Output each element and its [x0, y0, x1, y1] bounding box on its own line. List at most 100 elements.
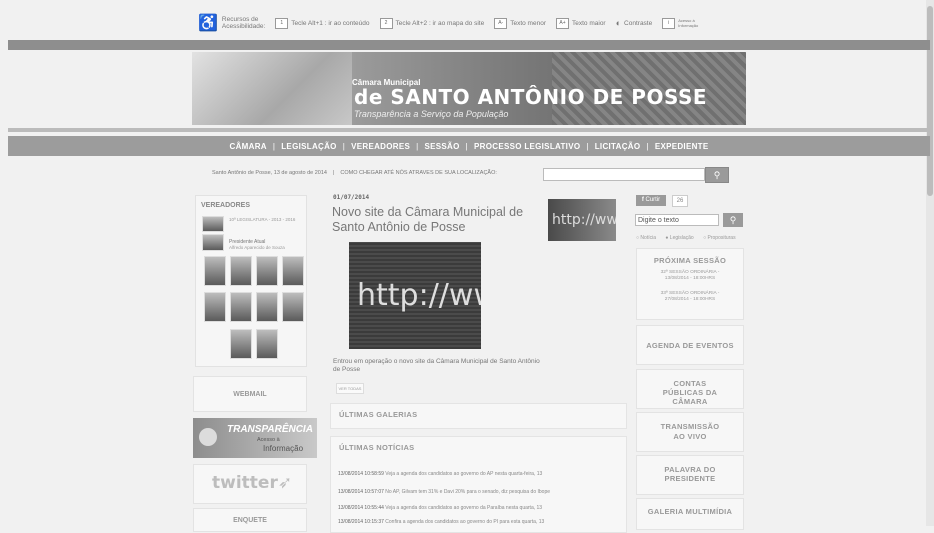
- ver-todas-button[interactable]: VER TODAS: [336, 383, 364, 394]
- search-type-radios: ○ Notícia ● Legislação ○ Proposituras: [636, 235, 744, 241]
- text-smaller-icon: A-: [494, 17, 508, 29]
- sessao-item[interactable]: 33ª SESSÃO ORDINÁRIA - 27/08/2014 - 18:0…: [637, 291, 743, 303]
- radio-noticia[interactable]: ○ Notícia: [636, 235, 660, 241]
- vereador-photo[interactable]: [282, 292, 304, 322]
- enquete-label: ENQUETE: [233, 516, 267, 524]
- enquete-box[interactable]: ENQUETE: [193, 508, 307, 532]
- transparencia-title: TRANSPARÊNCIA: [227, 424, 313, 435]
- vereador-photo[interactable]: [230, 292, 252, 322]
- vereador-photo[interactable]: [256, 329, 278, 359]
- contrast-button[interactable]: ◐ Contraste: [616, 18, 653, 28]
- text-larger-button[interactable]: A+ Texto maior: [556, 17, 606, 29]
- article-image-text: http://www: [357, 278, 481, 313]
- skip-to-content-link[interactable]: 1 Tecle Alt+1 : ir ao conteúdo: [275, 17, 370, 29]
- skip-to-content-label: Tecle Alt+1 : ir ao conteúdo: [291, 19, 370, 27]
- twitter-wordmark: twitter: [212, 473, 278, 493]
- news-text: Veja a agenda dos candidatos ao governo …: [385, 505, 543, 511]
- vereador-photo[interactable]: [230, 256, 252, 286]
- article-title[interactable]: Novo site da Câmara Municipal de Santo A…: [332, 205, 542, 235]
- nav-legislacao[interactable]: LEGISLAÇÃO: [281, 142, 336, 151]
- presidente-photo[interactable]: [202, 234, 224, 251]
- article-image[interactable]: http://www: [349, 242, 481, 349]
- main-nav: CÂMARA | LEGISLAÇÃO | VEREADORES | SESSÃO | …: [8, 136, 930, 156]
- transmissao-button[interactable]: TRANSMISSÃO AO VIVO: [636, 412, 744, 452]
- vereador-photo[interactable]: [204, 292, 226, 322]
- agenda-eventos-button[interactable]: AGENDA DE EVENTOS: [636, 325, 744, 365]
- nav-licitacao[interactable]: LICITAÇÃO: [595, 142, 641, 151]
- radio-proposituras[interactable]: ○ Proposituras: [703, 235, 740, 241]
- vereadores-title: VEREADORES: [201, 202, 251, 209]
- news-text: Confira a agenda dos candidatos ao gover…: [385, 519, 545, 525]
- palavra-presidente-label: PALAVRA DO PRESIDENTE: [664, 465, 716, 483]
- twitter-logo: twitter➶: [212, 473, 292, 493]
- news-time: 13/08/2014 10:55:44: [338, 505, 384, 511]
- text-larger-icon: A+: [556, 17, 569, 29]
- nav-separator: |: [586, 141, 589, 151]
- article-thumbnail[interactable]: http://www: [548, 199, 616, 241]
- vereador-photo[interactable]: [256, 256, 278, 286]
- current-date: Santo Antônio de Posse, 13 de agosto de …: [212, 170, 327, 176]
- webmail-button[interactable]: WEBMAIL: [193, 376, 307, 412]
- galerias-title: ÚLTIMAS GALERIAS: [339, 410, 418, 419]
- location-input[interactable]: [543, 168, 705, 181]
- vereador-photo[interactable]: [204, 256, 226, 286]
- contrast-label: Contraste: [624, 19, 653, 27]
- nav-sessao[interactable]: SESSÃO: [425, 142, 460, 151]
- sessao-item[interactable]: 32ª SESSÃO ORDINÁRIA - 13/08/2014 - 18:0…: [637, 270, 743, 282]
- news-item[interactable]: 13/08/2014 10:55:44 Veja a agenda dos ca…: [338, 505, 542, 511]
- info-icon: i: [662, 17, 676, 29]
- news-item[interactable]: 13/08/2014 10:58:59 Veja a agenda dos ca…: [338, 471, 542, 477]
- radio-legislacao[interactable]: ● Legislação: [665, 235, 697, 241]
- scrollbar-thumb[interactable]: [927, 6, 933, 196]
- nav-vereadores[interactable]: VEREADORES: [351, 142, 410, 151]
- transparencia-sub: Acesso à: [257, 437, 280, 443]
- site-search-input[interactable]: Digite o texto: [635, 214, 719, 226]
- site-search-button[interactable]: ⚲: [723, 213, 743, 227]
- galeria-multimidia-button[interactable]: GALERIA MULTIMÍDIA: [636, 498, 744, 530]
- transparencia-banner[interactable]: TRANSPARÊNCIA Acesso à Informação: [193, 418, 317, 458]
- access-info-link[interactable]: i Acesso à Informação: [662, 17, 700, 29]
- skip-to-sitemap-link[interactable]: 2 Tecle Alt+2 : ir ao mapa do site: [379, 17, 484, 29]
- radio-proposituras-label: Proposituras: [707, 235, 736, 241]
- news-time: 13/08/2014 10:58:59: [338, 471, 384, 477]
- nav-separator: |: [342, 141, 346, 151]
- transparencia-logo-icon: [199, 428, 217, 446]
- header-banner[interactable]: Câmara Municipal de SANTO ANTÔNIO DE POS…: [192, 52, 746, 125]
- banner-bottom-strip: [8, 128, 930, 132]
- location-prompt[interactable]: COMO CHEGAR ATÉ NÓS ATRAVES DE SUA LOCAL…: [340, 170, 496, 176]
- accessibility-title: ♿ Recursos de Acessibilidade:: [198, 13, 265, 33]
- vereador-photo[interactable]: [256, 292, 278, 322]
- contrast-icon: ◐: [615, 18, 622, 28]
- nav-camara[interactable]: CÂMARA: [230, 142, 267, 151]
- news-item[interactable]: 13/08/2014 10:15:37 Confira a agenda dos…: [338, 519, 544, 525]
- facebook-icon: f: [641, 197, 644, 203]
- twitter-bird-icon: ➶: [277, 473, 293, 493]
- contas-publicas-button[interactable]: CONTAS PÚBLICAS DA CÂMARA: [636, 369, 744, 409]
- presidente-info[interactable]: Presidente Atual Alfredo Aparecido de So…: [229, 239, 285, 251]
- nav-processo-legislativo[interactable]: PROCESSO LEGISLATIVO: [474, 142, 580, 151]
- accessibility-title-line1: Recursos de: [221, 16, 259, 23]
- nav-expediente[interactable]: EXPEDIENTE: [655, 142, 709, 151]
- news-item[interactable]: 13/08/2014 10:57:07 No AP, Gilvam tem 31…: [338, 489, 550, 495]
- search-icon: ⚲: [713, 170, 721, 180]
- page-scrollbar[interactable]: [926, 0, 934, 526]
- like-count: 26: [672, 195, 688, 207]
- nav-separator: |: [465, 141, 469, 151]
- article-intro[interactable]: Entrou em operação o novo site da Câmara…: [333, 358, 543, 374]
- facebook-like-button[interactable]: f Curtir: [636, 195, 666, 206]
- location-search-button[interactable]: ⚲: [705, 167, 729, 183]
- vereador-photo[interactable]: [230, 329, 252, 359]
- palavra-presidente-button[interactable]: PALAVRA DO PRESIDENTE: [636, 455, 744, 495]
- article-date: 01/07/2014: [333, 194, 370, 201]
- text-smaller-label: Texto menor: [510, 19, 546, 27]
- vereador-photo[interactable]: [282, 256, 304, 286]
- news-text: No AP, Gilvam tem 31% e Davi 20% para o …: [385, 489, 551, 495]
- date-location-line: Santo Antônio de Posse, 13 de agosto de …: [212, 170, 497, 176]
- news-time: 13/08/2014 10:57:07: [338, 489, 384, 495]
- galeria-multimidia-label: GALERIA MULTIMÍDIA: [647, 507, 733, 516]
- legislatura-label[interactable]: 10ª LEGISLATURA - 2013 - 2016: [229, 217, 299, 223]
- text-smaller-button[interactable]: A- Texto menor: [494, 17, 546, 29]
- wheelchair-icon: ♿: [198, 15, 218, 32]
- twitter-button[interactable]: twitter➶: [193, 464, 307, 504]
- news-time: 13/08/2014 10:15:37: [338, 519, 384, 525]
